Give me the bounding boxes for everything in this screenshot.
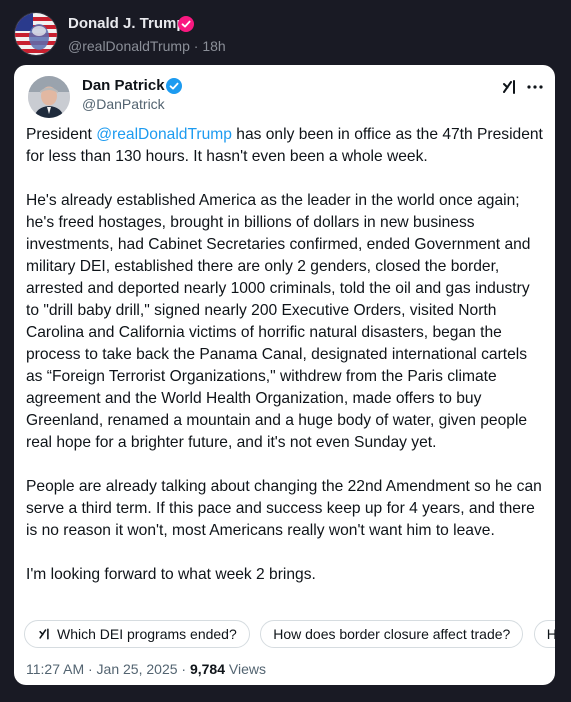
outer-post-header: Donald J. Trump @realDonaldTrump · 18h bbox=[14, 10, 554, 58]
paragraph-1: President @realDonaldTrump has only been… bbox=[26, 124, 546, 168]
p1-before: President bbox=[26, 126, 97, 143]
trump-avatar[interactable] bbox=[14, 12, 58, 56]
view-count: 9,784 bbox=[189, 661, 226, 677]
more-icon[interactable] bbox=[526, 78, 544, 96]
paragraph-4: I'm looking forward to what week 2 bring… bbox=[26, 566, 316, 583]
post-body: President @realDonaldTrump has only been… bbox=[26, 124, 546, 608]
post-time[interactable]: 18h bbox=[202, 38, 225, 54]
quoted-author-handle[interactable]: @DanPatrick bbox=[82, 96, 165, 112]
views-label: Views bbox=[228, 661, 266, 677]
grok-suggestions: Which DEI programs ended? How does borde… bbox=[24, 620, 555, 650]
author-handle[interactable]: @realDonaldTrump bbox=[68, 38, 190, 54]
verified-badge-icon bbox=[166, 78, 182, 94]
grok-icon[interactable] bbox=[500, 78, 518, 96]
timestamp[interactable]: 11:27 AM · Jan 25, 2025 · bbox=[26, 661, 186, 677]
dan-patrick-avatar[interactable] bbox=[28, 76, 70, 118]
author-meta: @realDonaldTrump · 18h bbox=[68, 38, 226, 54]
post-meta: 11:27 AM · Jan 25, 2025 · 9,784 Views bbox=[26, 661, 266, 677]
chip-label: How does border closure affect trade? bbox=[273, 626, 511, 642]
verified-badge-icon bbox=[178, 16, 194, 32]
chip-label: Which DEI programs ended? bbox=[57, 626, 237, 642]
author-name[interactable]: Donald J. Trump bbox=[68, 15, 186, 32]
suggestion-chip[interactable]: How does border closure affect trade? bbox=[260, 620, 524, 648]
paragraph-3: People are already talking about changin… bbox=[26, 478, 542, 539]
suggestion-chip[interactable]: Which DEI programs ended? bbox=[24, 620, 250, 648]
quoted-author-name[interactable]: Dan Patrick bbox=[82, 77, 165, 94]
chip-label: H bbox=[546, 626, 555, 642]
paragraph-2: He's already established America as the … bbox=[26, 192, 531, 451]
quoted-post-card[interactable]: Dan Patrick @DanPatrick President @realD… bbox=[14, 65, 555, 685]
grok-icon bbox=[39, 628, 49, 640]
meta-separator: · bbox=[193, 38, 199, 54]
suggestion-chip[interactable]: H bbox=[533, 620, 555, 648]
mention-link[interactable]: @realDonaldTrump bbox=[96, 126, 232, 143]
